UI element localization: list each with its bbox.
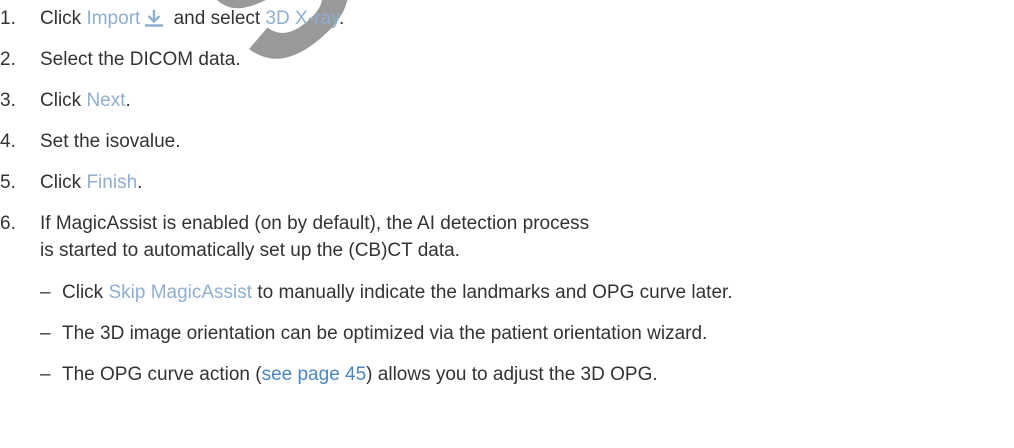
step-text-post: . [137,172,143,193]
step-text-post: . [125,90,131,111]
step-text-pre: Click [40,172,87,193]
step-text-pre: Click [40,90,87,111]
step-number: 6. [0,213,16,234]
sub-text: The 3D image orientation can be optimize… [62,323,708,344]
next-keyword: Next [86,90,126,111]
sub-text-pre: The OPG curve action ( [62,364,262,385]
step-number: 2. [0,49,16,70]
skip-magicassist-keyword: Skip MagicAssist [108,282,253,303]
3d-xray-keyword: 3D X-ray [265,8,340,29]
step-text-post: . [339,8,345,29]
sub-text-pre: Click [62,282,109,303]
step-number: 4. [0,131,16,152]
sub-text-post: to manually indicate the landmarks and O… [252,282,733,303]
step-text: Set the isovalue. [40,131,181,152]
step-number: 3. [0,90,16,111]
step-text-line-2: is started to automatically set up the (… [40,240,460,261]
step-text-pre: Click [40,8,87,29]
sub-item-2: – The 3D image orientation can be optimiz… [40,323,707,345]
sub-text-post: ) allows you to adjust the 3D OPG. [366,364,658,385]
download-icon [144,9,164,33]
step-text: Select the DICOM data. [40,49,241,70]
dash-bullet: – [40,323,51,344]
step-number: 1. [0,8,16,29]
step-text: Click Next. [40,90,131,112]
sub-item-3: – The OPG curve action (see page 45) allo… [40,364,658,386]
import-keyword: Import [86,8,141,29]
finish-keyword: Finish [86,172,138,193]
step-text: Click Import and select 3D X-ray. [40,8,344,33]
dash-bullet: – [40,282,51,303]
sub-item-1: – Click Skip MagicAssist to manually indi… [40,282,733,304]
step-text-mid: and select [168,8,266,29]
step-number: 5. [0,172,16,193]
see-page-link[interactable]: see page 45 [262,364,367,385]
step-text: Click Finish. [40,172,142,194]
step-text-line-1: If MagicAssist is enabled (on by default… [40,213,590,234]
dash-bullet: – [40,364,51,385]
